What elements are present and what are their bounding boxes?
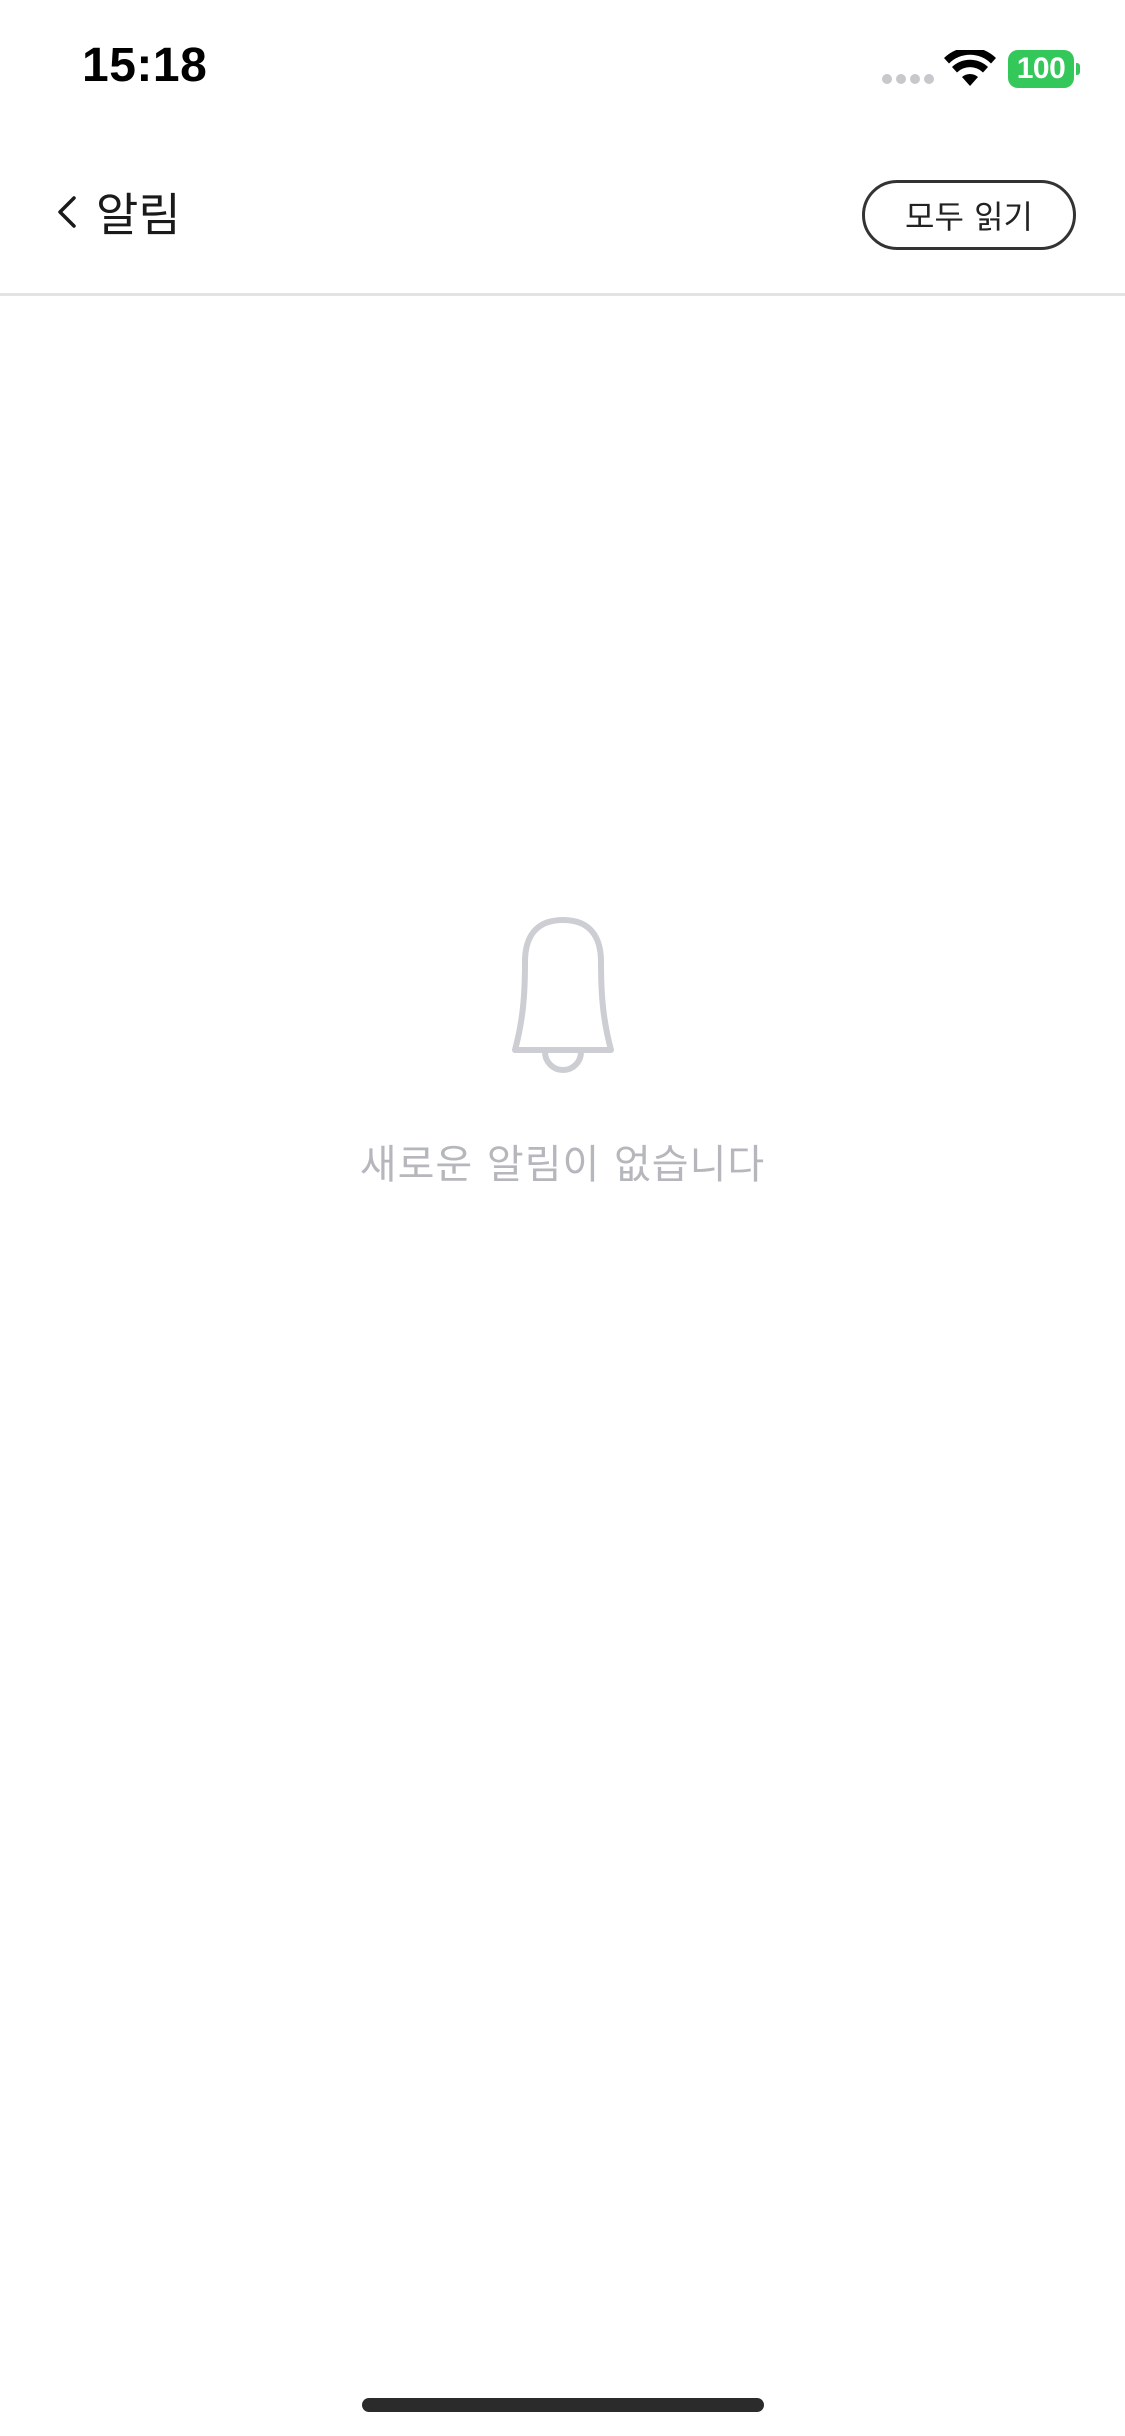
home-indicator[interactable] xyxy=(362,2398,764,2412)
empty-message: 새로운 알림이 없습니다 xyxy=(359,1142,766,1188)
notifications-screen: 15:18 100 알림 모두 읽기 새로운 알림이 없습니다 xyxy=(0,0,1125,2436)
battery-icon: 100 xyxy=(1008,50,1080,88)
nav-bar: 알림 모두 읽기 xyxy=(0,132,1125,296)
bell-icon xyxy=(511,917,614,1073)
empty-state: 새로운 알림이 없습니다 xyxy=(0,900,1125,1190)
cellular-signal-icon xyxy=(882,74,934,84)
back-button[interactable]: 알림 xyxy=(52,172,181,252)
chevron-left-icon xyxy=(58,196,76,228)
wifi-icon xyxy=(944,50,996,86)
status-bar: 15:18 100 xyxy=(0,0,1125,132)
status-time: 15:18 xyxy=(82,39,208,92)
read-all-button[interactable]: 모두 읽기 xyxy=(862,180,1076,250)
page-title: 알림 xyxy=(96,188,181,242)
battery-level: 100 xyxy=(1008,50,1074,88)
